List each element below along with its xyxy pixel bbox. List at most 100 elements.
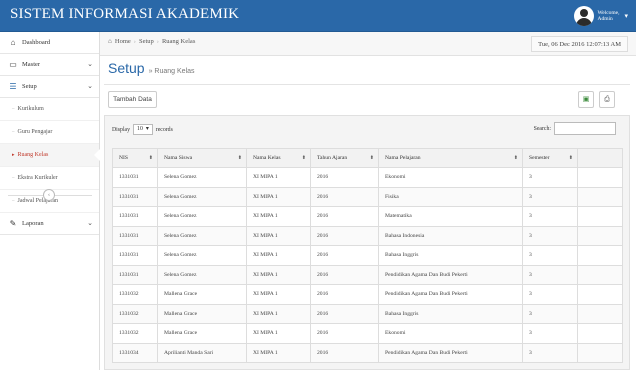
print-icon[interactable]: ⎙ bbox=[599, 91, 615, 108]
column-header-label: NIS bbox=[119, 155, 129, 161]
breadcrumb-current: Ruang Kelas bbox=[161, 38, 196, 45]
table-cell: 3 bbox=[522, 264, 578, 285]
column-header-nama-siswa[interactable]: Nama Siswa ⬍ bbox=[157, 148, 247, 168]
chevron-down-icon: ⌄ bbox=[87, 82, 93, 90]
sidebar-item-label: Setup bbox=[22, 83, 37, 90]
table-row[interactable]: 1331032 Mallena Grace XI MIPA 1 2016 Pendidi… bbox=[112, 284, 623, 305]
table-cell-actions bbox=[577, 303, 623, 324]
table-row[interactable]: 1331031 Selena Gomez XI MIPA 1 2016 Bahasa I… bbox=[112, 225, 623, 246]
table-cell: XI MIPA 1 bbox=[246, 342, 311, 363]
sort-icon: ⬍ bbox=[237, 156, 242, 161]
table-cell: Bahasa Indonesia bbox=[378, 225, 523, 246]
table-cell: XI MIPA 1 bbox=[246, 284, 311, 305]
data-table: NIS ⬍ Nama Siswa ⬍ Nama Kelas ⬍ Tahun Ajara… bbox=[112, 148, 623, 363]
table-cell: XI MIPA 1 bbox=[246, 186, 311, 207]
table-cell: Mallena Grace bbox=[157, 284, 247, 305]
column-header-label: Semester bbox=[529, 155, 550, 161]
table-cell: Aprilianti Manda Sari bbox=[157, 342, 247, 363]
table-cell: Pendidikan Agama Dan Budi Pekerti bbox=[378, 284, 523, 305]
table-cell: Mallena Grace bbox=[157, 303, 247, 324]
sort-icon: ⬍ bbox=[568, 156, 573, 161]
table-cell: 1331034 bbox=[112, 342, 158, 363]
search-input[interactable] bbox=[554, 122, 616, 135]
sidebar-item-laporan[interactable]: ✎ Laporan ⌄ bbox=[0, 213, 99, 235]
table-row[interactable]: 1331031 Selena Gomez XI MIPA 1 2016 Pendidik… bbox=[112, 264, 623, 285]
table-cell: Bahasa Inggris bbox=[378, 245, 523, 266]
table-cell-actions bbox=[577, 186, 623, 207]
table-cell-actions bbox=[577, 284, 623, 305]
column-header-nama-pelajaran[interactable]: Nama Pelajaran ⬍ bbox=[378, 148, 523, 168]
search-label: Search: bbox=[533, 125, 551, 132]
home-icon[interactable]: ⌂ bbox=[108, 38, 112, 45]
table-cell-actions bbox=[577, 264, 623, 285]
top-bar: SISTEM INFORMASI AKADEMIK Welcome, Admin… bbox=[0, 0, 636, 32]
sidebar-item-setup[interactable]: ☰ Setup ⌄ bbox=[0, 76, 99, 98]
excel-export-icon[interactable]: ▣ bbox=[578, 91, 594, 108]
sidebar-item-dashboard[interactable]: ⌂ Dashboard bbox=[0, 32, 99, 54]
datetime-display: Tue, 06 Dec 2016 12:07:13 AM bbox=[531, 36, 628, 52]
table-cell: 2016 bbox=[310, 264, 379, 285]
table-cell: 3 bbox=[522, 323, 578, 344]
table-cell: Mallena Grace bbox=[157, 323, 247, 344]
table-cell-actions bbox=[577, 225, 623, 246]
table-cell: 3 bbox=[522, 225, 578, 246]
table-cell: Selena Gomez bbox=[157, 264, 247, 285]
sidebar-item-master[interactable]: ▭ Master ⌄ bbox=[0, 54, 99, 76]
table-cell-actions bbox=[577, 245, 623, 266]
records-label: records bbox=[155, 126, 173, 133]
column-header-label: Nama Siswa bbox=[164, 155, 193, 161]
sort-icon: ⬍ bbox=[301, 156, 306, 161]
table-cell: 2016 bbox=[310, 245, 379, 266]
sidebar-subitem-guru-pengajar[interactable]: Guru Pengajar bbox=[0, 121, 99, 144]
column-header-semester[interactable]: Semester ⬍ bbox=[522, 148, 578, 168]
sidebar-collapse-button[interactable]: ‹ bbox=[43, 189, 55, 201]
table-row[interactable]: 1331032 Mallena Grace XI MIPA 1 2016 Ekonomi… bbox=[112, 323, 623, 344]
table-row[interactable]: 1331034 Aprilianti Manda Sari XI MIPA 1 201… bbox=[112, 342, 623, 363]
column-header-actions bbox=[577, 148, 623, 168]
divider bbox=[104, 84, 630, 85]
table-cell: 2016 bbox=[310, 206, 379, 227]
user-menu[interactable]: Welcome, Admin ▾ bbox=[574, 4, 628, 28]
column-header-label: Nama Kelas bbox=[253, 155, 281, 161]
page-subtitle: » Ruang Kelas bbox=[148, 68, 195, 75]
table-cell: 2016 bbox=[310, 284, 379, 305]
user-avatar-icon[interactable] bbox=[574, 6, 595, 26]
caret-down-icon[interactable]: ▾ bbox=[624, 12, 628, 20]
table-cell-actions bbox=[577, 167, 623, 188]
sort-icon: ⬍ bbox=[513, 156, 518, 161]
table-row[interactable]: 1331032 Mallena Grace XI MIPA 1 2016 Bahasa … bbox=[112, 303, 623, 324]
sidebar-subitem-ekstra-kurikuler[interactable]: Ekstra Kurikuler bbox=[0, 167, 99, 190]
table-cell: 2016 bbox=[310, 323, 379, 344]
add-data-button[interactable]: Tambah Data bbox=[108, 91, 157, 108]
table-cell: Fisika bbox=[378, 186, 523, 207]
table-row[interactable]: 1331031 Selena Gomez XI MIPA 1 2016 Ekonomi 3 bbox=[112, 167, 623, 188]
column-header-tahun-ajaran[interactable]: Tahun Ajaran ⬍ bbox=[310, 148, 379, 168]
table-cell: XI MIPA 1 bbox=[246, 303, 311, 324]
table-cell: 2016 bbox=[310, 342, 379, 363]
sidebar-subitem-kurikulum[interactable]: Kurikulum bbox=[0, 98, 99, 121]
chevron-down-icon: ⌄ bbox=[87, 60, 93, 68]
sidebar-subitem-ruang-kelas[interactable]: Ruang Kelas bbox=[0, 144, 100, 167]
table-cell: 1331031 bbox=[112, 245, 158, 266]
column-header-nama-kelas[interactable]: Nama Kelas ⬍ bbox=[246, 148, 311, 168]
column-header-nis[interactable]: NIS ⬍ bbox=[112, 148, 158, 168]
search-control: Search: bbox=[534, 122, 616, 135]
table-cell: 2016 bbox=[310, 167, 379, 188]
table-row[interactable]: 1331031 Selena Gomez XI MIPA 1 2016 Fisika 3 bbox=[112, 186, 623, 207]
table-cell: Selena Gomez bbox=[157, 225, 247, 246]
page-header: Setup » Ruang Kelas bbox=[108, 60, 195, 76]
sidebar-item-label: Dashboard bbox=[22, 39, 51, 46]
breadcrumb-home[interactable]: Home bbox=[115, 38, 131, 45]
table-cell: Matematika bbox=[378, 206, 523, 227]
table-cell: 2016 bbox=[310, 186, 379, 207]
records-per-page-select[interactable]: 10 ▾ bbox=[133, 124, 153, 135]
table-cell: 1331032 bbox=[112, 284, 158, 305]
table-row[interactable]: 1331031 Selena Gomez XI MIPA 1 2016 Matemati… bbox=[112, 206, 623, 227]
breadcrumb-setup[interactable]: Setup bbox=[139, 38, 154, 45]
table-cell: Selena Gomez bbox=[157, 186, 247, 207]
user-info[interactable]: Welcome, Admin bbox=[597, 10, 619, 22]
display-label: Display bbox=[112, 126, 131, 133]
column-header-label: Tahun Ajaran bbox=[317, 155, 348, 161]
caret-down-icon: ▾ bbox=[145, 126, 149, 132]
table-row[interactable]: 1331031 Selena Gomez XI MIPA 1 2016 Bahasa I… bbox=[112, 245, 623, 266]
